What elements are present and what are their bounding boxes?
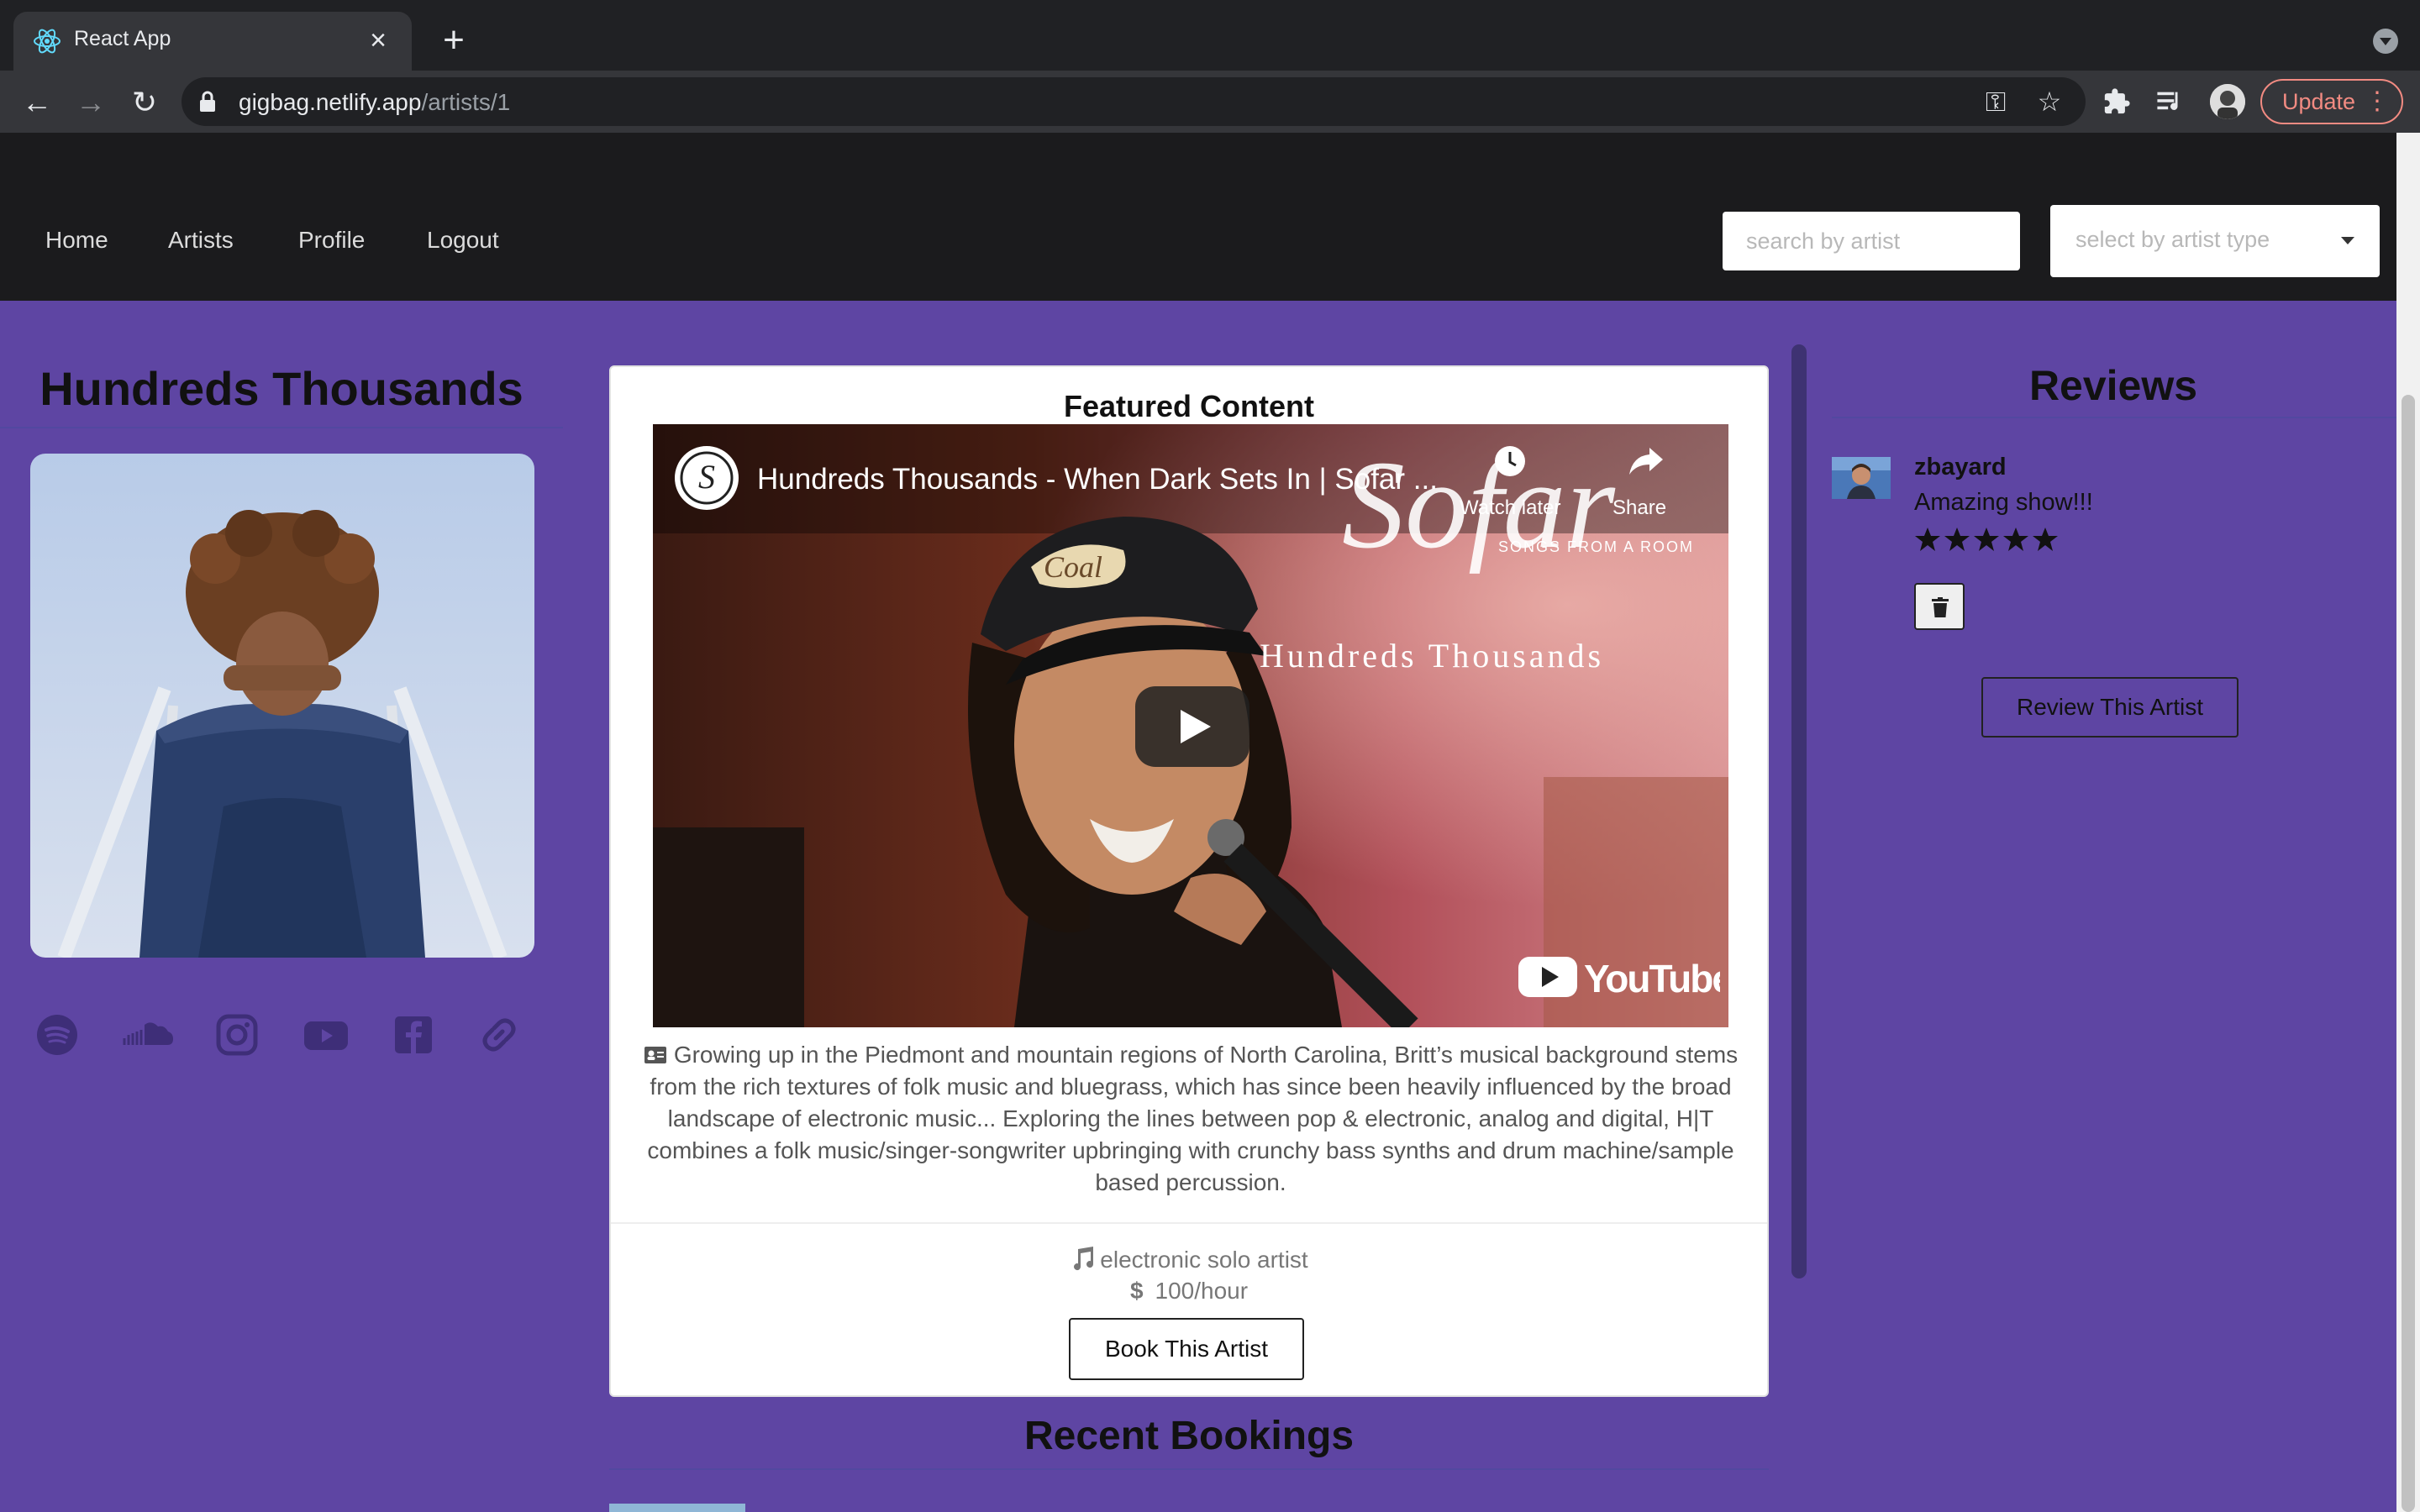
- recent-bookings-title: Recent Bookings: [1023, 1414, 1355, 1458]
- share-label: Share: [1612, 496, 1667, 519]
- nav-home[interactable]: Home: [45, 227, 108, 254]
- svg-text:Coal: Coal: [1044, 550, 1102, 584]
- reviews-title: Reviews: [2028, 362, 2198, 409]
- artist-rate-line: $100/hour: [611, 1278, 1767, 1305]
- facebook-icon[interactable]: [390, 1011, 437, 1058]
- link-icon[interactable]: [476, 1011, 523, 1058]
- artist-bio: Growing up in the Piedmont and mountain …: [641, 1039, 1740, 1199]
- react-icon: [34, 29, 60, 54]
- app-navbar: Home Artists Profile Logout select by ar…: [0, 133, 2396, 301]
- soundcloud-icon[interactable]: [121, 1011, 175, 1058]
- page-scrollbar-thumb[interactable]: [2402, 395, 2415, 1512]
- browser-tab[interactable]: React App ×: [13, 12, 412, 71]
- back-icon[interactable]: ←: [18, 84, 55, 121]
- content-scrollbar-thumb[interactable]: [1791, 344, 1807, 1278]
- spotify-icon[interactable]: [34, 1011, 81, 1058]
- nav-artists[interactable]: Artists: [168, 227, 234, 254]
- reviewer-avatar: [1832, 457, 1891, 499]
- update-label: Update: [2282, 89, 2356, 114]
- divider: [1832, 417, 2396, 418]
- reload-icon[interactable]: ↻: [126, 84, 163, 121]
- artist-bio-text: Growing up in the Piedmont and mountain …: [647, 1042, 1739, 1195]
- svg-text:S: S: [698, 458, 715, 496]
- video-title[interactable]: Hundreds Thousands - When Dark Sets In |…: [757, 463, 1438, 496]
- profile-avatar[interactable]: [2210, 84, 2245, 119]
- star-icon: [2033, 528, 2058, 551]
- reviewer-avatar-image: [1832, 457, 1891, 499]
- star-icon: [1974, 528, 1999, 551]
- reviewer-username: zbayard: [1914, 454, 2007, 480]
- review-artist-button[interactable]: Review This Artist: [1981, 677, 2238, 738]
- forward-icon[interactable]: →: [72, 84, 109, 121]
- divider: [0, 427, 563, 428]
- tab-title: React App: [74, 27, 171, 50]
- featured-content-title: Featured Content: [1063, 389, 1314, 423]
- divider: [611, 1222, 1767, 1224]
- star-icon: [1944, 528, 1970, 551]
- video-player[interactable]: Coal S Hundreds Thousands - When Dark Se…: [653, 424, 1728, 1027]
- video-band-name-overlay: Hundreds Thousands: [1260, 637, 1605, 675]
- artist-rate: 100/hour: [1155, 1278, 1249, 1304]
- clock-icon[interactable]: [1493, 444, 1527, 478]
- browser-toolbar: ← → ↻ gigbag.netlify.app/artists/1 ⚿ ☆ U…: [0, 71, 2420, 133]
- nav-profile[interactable]: Profile: [298, 227, 365, 254]
- key-icon[interactable]: ⚿: [1981, 87, 2010, 116]
- artist-photo: [30, 454, 534, 958]
- extensions-icon[interactable]: [2102, 87, 2131, 116]
- media-queue-icon[interactable]: [2156, 89, 2185, 114]
- svg-text:YouTube: YouTube: [1584, 957, 1720, 1000]
- booking-thumbnail[interactable]: [609, 1504, 745, 1512]
- dollar-icon: $: [1129, 1278, 1144, 1304]
- nav-logout[interactable]: Logout: [427, 227, 499, 254]
- update-button[interactable]: Update ⋮: [2260, 79, 2403, 124]
- play-button[interactable]: [1135, 686, 1249, 767]
- channel-logo-icon[interactable]: S: [673, 444, 740, 512]
- new-tab-icon[interactable]: +: [437, 22, 471, 59]
- star-icon[interactable]: ☆: [2035, 87, 2064, 116]
- star-icon: [2003, 528, 2028, 551]
- artist-type-select-label: select by artist type: [2075, 227, 2270, 252]
- book-artist-button[interactable]: Book This Artist: [1069, 1318, 1304, 1380]
- instagram-icon[interactable]: [213, 1011, 260, 1058]
- star-icon: [1915, 528, 1940, 551]
- close-icon[interactable]: ×: [361, 24, 395, 57]
- lock-icon: [200, 91, 215, 112]
- id-card-icon: [644, 1047, 666, 1063]
- search-input[interactable]: [1723, 212, 2020, 270]
- trash-icon: [1932, 597, 1949, 617]
- url-text: gigbag.netlify.app/artists/1: [239, 89, 511, 115]
- artist-type: electronic solo artist: [1100, 1247, 1308, 1273]
- browser-tab-strip: React App × +: [0, 0, 2420, 71]
- avatar-image: [2210, 84, 2245, 119]
- more-vert-icon[interactable]: ⋮: [2365, 81, 2390, 123]
- video-brand-subtitle: SONGS FROM A ROOM: [1498, 538, 1695, 555]
- artist-type-select[interactable]: select by artist type: [2050, 205, 2380, 277]
- watch-later-label: Watch later: [1460, 496, 1561, 519]
- artist-name: Hundreds Thousands: [39, 362, 523, 415]
- divider: [609, 1468, 1769, 1470]
- review-text: Amazing show!!!: [1914, 489, 2093, 516]
- share-icon[interactable]: [1628, 444, 1665, 478]
- artist-type-line: electronic solo artist: [611, 1246, 1767, 1273]
- chevron-down-icon: [2341, 237, 2354, 244]
- tab-search-icon[interactable]: [2373, 29, 2398, 54]
- address-bar[interactable]: gigbag.netlify.app/artists/1 ⚿ ☆: [182, 77, 2086, 126]
- delete-review-button[interactable]: [1914, 583, 1965, 630]
- youtube-icon[interactable]: [301, 1011, 351, 1058]
- featured-content-card: Featured Content Coal S Hundreds Thousan…: [609, 365, 1769, 1397]
- music-note-icon: [1074, 1247, 1094, 1271]
- artist-photo-image: [30, 454, 534, 958]
- youtube-logo[interactable]: YouTube: [1518, 950, 1720, 1004]
